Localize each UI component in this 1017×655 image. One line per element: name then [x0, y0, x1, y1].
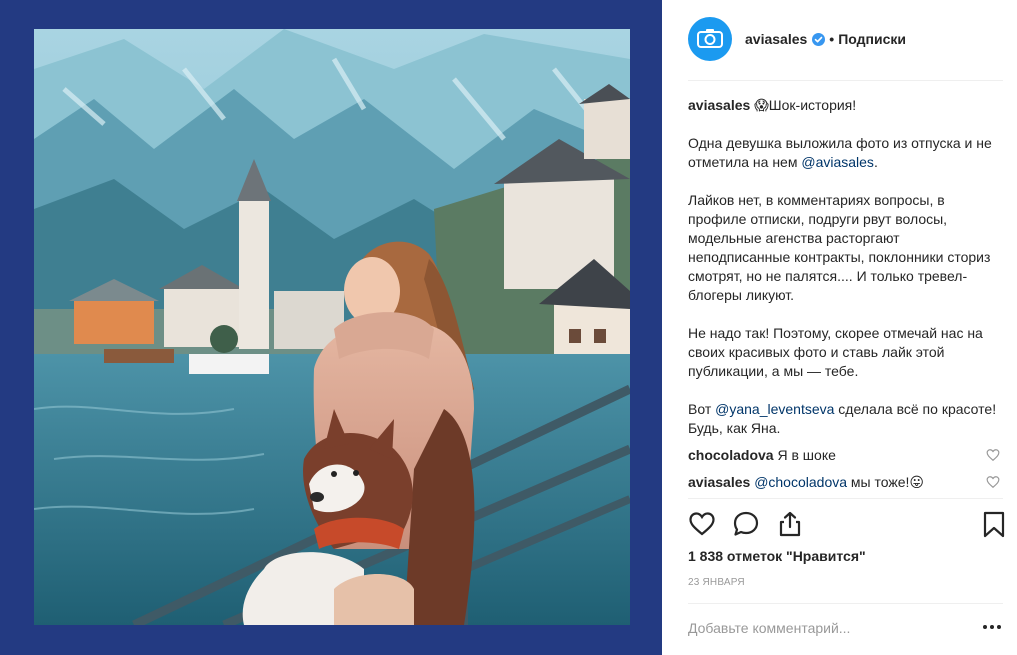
avatar[interactable]: [688, 17, 732, 61]
post-media-frame: [0, 0, 662, 655]
comment-username[interactable]: chocoladova: [688, 447, 774, 463]
post-side-panel: aviasales • Подписки aviasales 😱Шок-исто…: [662, 0, 1017, 655]
share-icon[interactable]: [776, 510, 804, 538]
following-button[interactable]: Подписки: [838, 31, 906, 47]
caption-headline: Шок-история!: [768, 97, 857, 113]
aviasales-logo-icon: [697, 29, 723, 48]
more-dot: [990, 625, 994, 629]
caption-username[interactable]: aviasales: [688, 97, 750, 113]
caption-paragraph-2: Одна девушка выложила фото из отпуска и …: [688, 134, 1000, 172]
post-date[interactable]: 23 ЯНВАРЯ: [688, 577, 745, 588]
post-caption: aviasales 😱Шок-история! Одна девушка выл…: [688, 96, 1000, 438]
shock-emoji: 😱: [754, 97, 769, 113]
heart-outline-icon[interactable]: [688, 510, 716, 538]
comment-text: мы тоже!: [850, 474, 910, 490]
more-dot: [983, 625, 987, 629]
header-separator: •: [829, 31, 835, 47]
comment-username[interactable]: aviasales: [688, 474, 750, 490]
add-comment-input[interactable]: [688, 618, 938, 638]
actions-divider: [688, 498, 1003, 499]
hallstatt-photo-illustration: [34, 29, 630, 625]
bookmark-icon[interactable]: [980, 510, 1008, 538]
like-comment-heart-icon[interactable]: [986, 475, 1000, 489]
post-header: aviasales • Подписки: [688, 17, 1008, 61]
like-comment-heart-icon[interactable]: [986, 448, 1000, 462]
instagram-post: aviasales • Подписки aviasales 😱Шок-исто…: [0, 0, 1017, 655]
caption-paragraph-5: Вот @yana_leventseva сделала всё по крас…: [688, 400, 1000, 438]
tongue-emoji: 😛: [909, 474, 925, 490]
caption-text: .: [873, 154, 878, 170]
mention-link[interactable]: @chocoladova: [754, 474, 847, 490]
comment-text: Я в шоке: [777, 447, 836, 463]
caption-line-1: aviasales 😱Шок-история!: [688, 96, 1000, 115]
post-actions: [688, 508, 1010, 540]
comment-bubble-icon[interactable]: [732, 510, 760, 538]
caption-text: Вот: [688, 401, 716, 417]
more-dot: [997, 625, 1001, 629]
header-divider: [688, 80, 1003, 81]
caption-paragraph-4: Не надо так! Поэтому, скорее отмечай нас…: [688, 325, 983, 379]
comment-item: aviasales @chocoladova мы тоже!😛: [688, 473, 1000, 492]
comment-item: chocoladova Я в шоке: [688, 446, 1000, 465]
post-photo[interactable]: [34, 29, 630, 625]
verified-badge-icon: [812, 32, 826, 46]
more-options-button[interactable]: [980, 617, 1004, 637]
mention-link[interactable]: @aviasales: [801, 154, 874, 170]
mention-link[interactable]: @yana_leventseva: [715, 401, 834, 417]
header-username[interactable]: aviasales: [745, 31, 807, 47]
comment-divider: [688, 603, 1003, 604]
likes-count[interactable]: 1 838 отметок "Нравится": [688, 548, 866, 564]
comments-list[interactable]: aviasales 😱Шок-история! Одна девушка выл…: [688, 96, 1000, 498]
caption-paragraph-3: Лайков нет, в комментариях вопросы, в пр…: [688, 192, 991, 303]
